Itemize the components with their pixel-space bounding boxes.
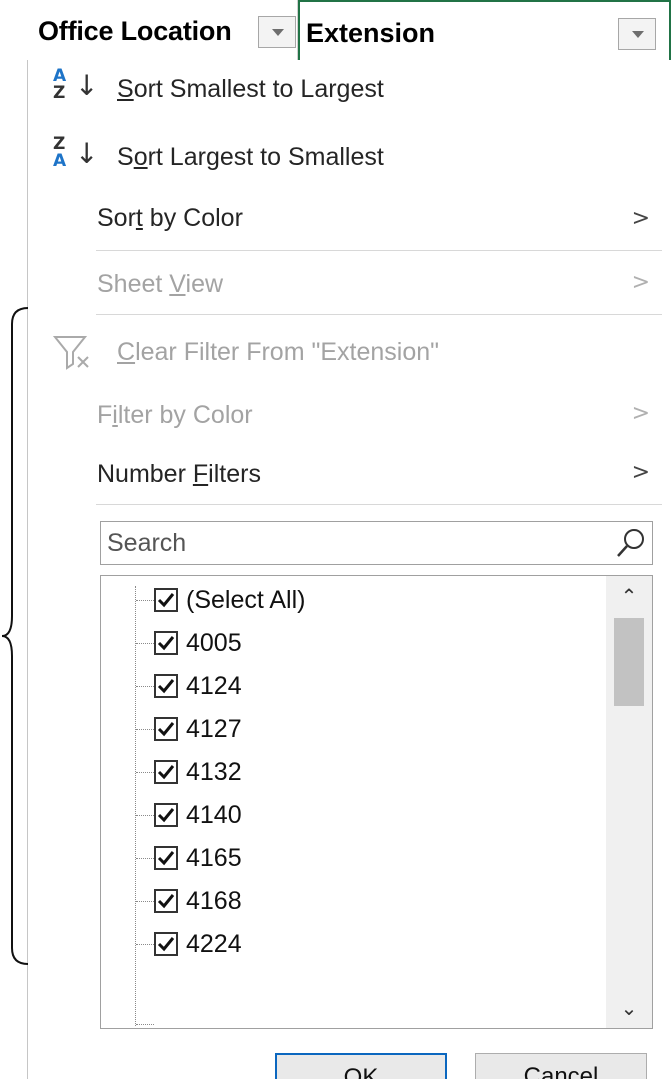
menu-separator xyxy=(96,314,662,315)
column-header-office-location[interactable]: Office Location xyxy=(0,0,298,60)
checkmark-icon xyxy=(157,808,175,823)
list-item-label: 4140 xyxy=(186,801,242,829)
menu-item-label: Sort Largest to Smallest xyxy=(117,143,384,171)
column-header-extension[interactable]: Extension xyxy=(298,0,671,60)
list-item[interactable]: 4005 xyxy=(101,623,601,666)
annotation-bracket xyxy=(1,307,29,965)
list-item-label: 4124 xyxy=(186,672,242,700)
list-item-select-all[interactable]: (Select All) xyxy=(101,580,601,623)
list-item[interactable]: 4132 xyxy=(101,752,601,795)
scroll-thumb[interactable] xyxy=(614,618,644,706)
cancel-button[interactable]: Cancel xyxy=(475,1053,647,1079)
sort-descending-icon: Z A ↓ xyxy=(53,134,99,171)
column-header-label: Extension xyxy=(306,18,436,48)
menu-item-sort-by-color[interactable]: Sort by Color > xyxy=(28,194,671,244)
list-item-label: 4165 xyxy=(186,844,242,872)
chevron-right-icon: > xyxy=(631,460,650,485)
dropdown-arrow-icon xyxy=(632,31,644,38)
checkbox[interactable] xyxy=(154,760,178,784)
checkbox[interactable] xyxy=(154,932,178,956)
list-item-label: 4168 xyxy=(186,887,242,915)
checkbox[interactable] xyxy=(154,889,178,913)
chevron-right-icon: > xyxy=(631,206,650,231)
menu-item-label: Number Filters xyxy=(97,460,261,488)
checkbox[interactable] xyxy=(154,674,178,698)
chevron-right-icon: > xyxy=(631,401,650,426)
list-item-label: 4132 xyxy=(186,758,242,786)
sort-ascending-icon: A Z ↓ xyxy=(53,66,99,103)
checkmark-icon xyxy=(157,937,175,952)
checkmark-icon xyxy=(157,765,175,780)
checkmark-icon xyxy=(157,636,175,651)
list-item-label: 4224 xyxy=(186,930,242,958)
menu-item-filter-by-color: Filter by Color > xyxy=(28,389,671,439)
checkmark-icon xyxy=(157,722,175,737)
list-item-label: 4005 xyxy=(186,629,242,657)
menu-item-label: Sheet View xyxy=(97,270,224,298)
list-item[interactable]: 4165 xyxy=(101,838,601,881)
checkbox[interactable] xyxy=(154,803,178,827)
list-item-partial xyxy=(101,1004,601,1028)
office-location-filter-dropdown[interactable] xyxy=(258,16,296,48)
menu-item-sort-ascending[interactable]: A Z ↓ Sort Smallest to Largest xyxy=(28,64,671,114)
menu-item-clear-filter: Clear Filter From "Extension" xyxy=(28,328,671,378)
menu-item-label: Filter by Color xyxy=(97,401,253,429)
checkmark-icon xyxy=(157,593,175,608)
column-header-label: Office Location xyxy=(38,16,232,46)
excel-autofilter-screenshot: Office Location Extension A Z ↓ Sort Sma… xyxy=(0,0,671,1079)
dropdown-arrow-icon xyxy=(272,29,284,36)
checkbox[interactable] xyxy=(154,846,178,870)
search-icon xyxy=(617,529,644,557)
menu-item-label: Sort Smallest to Largest xyxy=(117,75,384,103)
menu-item-label: Sort by Color xyxy=(97,204,243,232)
menu-separator xyxy=(96,250,662,251)
chevron-right-icon: > xyxy=(631,270,650,295)
list-item[interactable]: 4168 xyxy=(101,881,601,924)
ok-button[interactable]: OK xyxy=(275,1053,447,1079)
list-item[interactable]: 4124 xyxy=(101,666,601,709)
checkbox[interactable] xyxy=(154,631,178,655)
scroll-up-button[interactable]: ⌃ xyxy=(606,576,652,616)
menu-item-sheet-view: Sheet View > xyxy=(28,258,671,308)
list-item[interactable]: 4127 xyxy=(101,709,601,752)
checkbox[interactable] xyxy=(154,588,178,612)
checkmark-icon xyxy=(157,679,175,694)
checkmark-icon xyxy=(157,894,175,909)
checkbox[interactable] xyxy=(154,717,178,741)
search-input[interactable] xyxy=(107,526,607,560)
scroll-down-button[interactable]: ⌄ xyxy=(606,988,652,1028)
list-item[interactable]: 4140 xyxy=(101,795,601,838)
list-item[interactable]: 4224 xyxy=(101,924,601,967)
autofilter-menu: A Z ↓ Sort Smallest to Largest Z A ↓ Sor… xyxy=(27,60,671,1079)
menu-item-sort-descending[interactable]: Z A ↓ Sort Largest to Smallest xyxy=(28,132,671,182)
checkmark-icon xyxy=(157,851,175,866)
clear-filter-icon xyxy=(52,336,89,370)
filter-values-list[interactable]: (Select All) 4005 4124 4127 4132 4140 4165 4168… xyxy=(100,575,653,1029)
menu-separator xyxy=(96,504,662,505)
list-scrollbar[interactable]: ⌃ ⌄ xyxy=(606,576,652,1028)
list-item-label: (Select All) xyxy=(186,586,306,614)
menu-item-label: Clear Filter From "Extension" xyxy=(117,338,440,366)
extension-filter-dropdown[interactable] xyxy=(618,18,656,50)
list-item-label: 4127 xyxy=(186,715,242,743)
search-box[interactable] xyxy=(100,521,653,565)
menu-item-number-filters[interactable]: Number Filters > xyxy=(28,448,671,498)
